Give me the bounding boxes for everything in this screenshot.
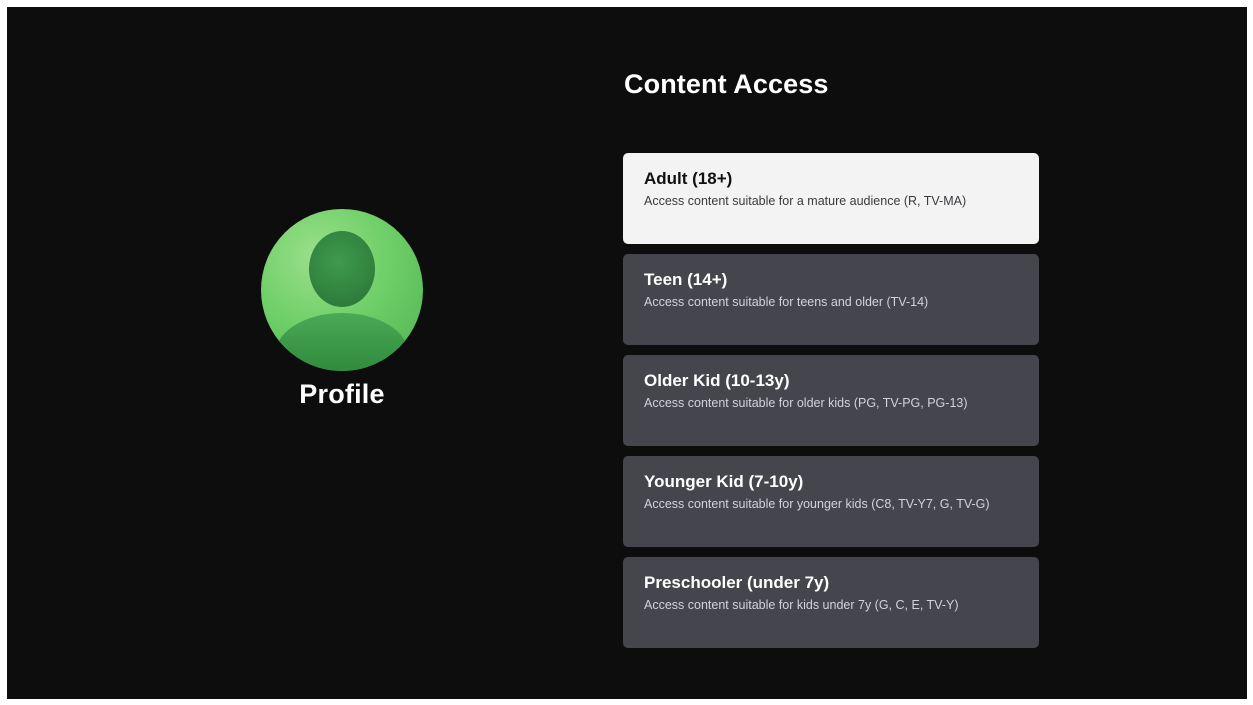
- option-adult[interactable]: Adult (18+) Access content suitable for …: [623, 153, 1039, 244]
- option-description: Access content suitable for a mature aud…: [644, 194, 967, 208]
- option-description: Access content suitable for older kids (…: [644, 396, 968, 410]
- tv-screen: Profile Content Access Adult (18+) Acces…: [7, 7, 1247, 699]
- option-description: Access content suitable for teens and ol…: [644, 295, 929, 309]
- profile-name: Profile: [299, 379, 385, 409]
- option-preschooler[interactable]: Preschooler (under 7y) Access content su…: [623, 557, 1039, 648]
- option-description: Access content suitable for younger kids…: [644, 497, 990, 511]
- option-title: Adult (18+): [644, 169, 733, 188]
- avatar-head-shape: [309, 231, 375, 307]
- option-title: Older Kid (10-13y): [644, 371, 790, 390]
- page-title: Content Access: [624, 69, 829, 99]
- content-access-options: Adult (18+) Access content suitable for …: [623, 153, 1039, 658]
- option-title: Teen (14+): [644, 270, 728, 289]
- option-title: Younger Kid (7-10y): [644, 472, 804, 491]
- option-title: Preschooler (under 7y): [644, 573, 830, 592]
- option-teen[interactable]: Teen (14+) Access content suitable for t…: [623, 254, 1039, 345]
- avatar: [261, 209, 423, 371]
- option-younger-kid[interactable]: Younger Kid (7-10y) Access content suita…: [623, 456, 1039, 547]
- option-description: Access content suitable for kids under 7…: [644, 598, 959, 612]
- avatar-body-shape: [275, 313, 409, 371]
- option-older-kid[interactable]: Older Kid (10-13y) Access content suitab…: [623, 355, 1039, 446]
- profile-panel: Profile: [261, 209, 423, 410]
